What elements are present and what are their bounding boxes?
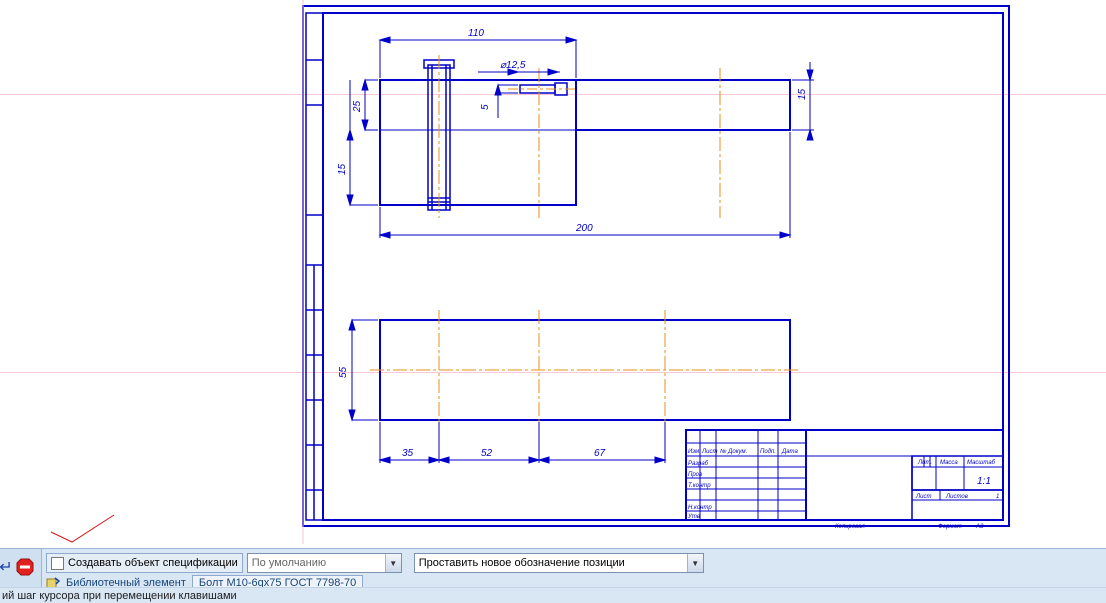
inner-frame: [323, 13, 1003, 520]
dim-67: 67: [594, 448, 606, 459]
chevron-down-icon: ▼: [385, 554, 401, 572]
svg-text:Утв: Утв: [687, 514, 700, 520]
stop-button[interactable]: [14, 557, 36, 577]
drawing-canvas[interactable]: 110 ⌀12,5 5: [0, 0, 1106, 544]
svg-text:Т.контр: Т.контр: [688, 483, 711, 489]
dim-35: 35: [402, 448, 414, 459]
drawing-svg: 110 ⌀12,5 5: [0, 0, 1106, 544]
svg-text:Масштаб: Масштаб: [967, 460, 996, 466]
svg-text:Масса: Масса: [940, 460, 958, 466]
status-bar: ий шаг курсора при перемещении клавишами: [0, 587, 1106, 603]
svg-text:1:1: 1:1: [977, 476, 991, 487]
status-text: ий шаг курсора при перемещении клавишами: [2, 590, 237, 602]
title-block: [686, 430, 1003, 520]
back-arrow-button[interactable]: ↵: [0, 557, 14, 577]
spec-mode-combo[interactable]: По умолчанию ▼: [247, 553, 402, 573]
svg-text:Формат: Формат: [938, 524, 962, 530]
svg-text:Разраб: Разраб: [688, 461, 709, 467]
dim-52: 52: [481, 448, 493, 459]
svg-text:1: 1: [996, 494, 999, 500]
dim-110: 110: [468, 28, 484, 39]
chevron-down-icon: ▼: [687, 554, 703, 572]
panel-row-1: Создавать объект спецификации По умолчан…: [46, 552, 704, 574]
create-spec-checkbox[interactable]: [51, 557, 64, 570]
dim-diam: ⌀12,5: [500, 60, 526, 71]
svg-text:Пров: Пров: [688, 472, 702, 478]
svg-text:Лист: Лист: [701, 449, 717, 455]
dim-55: 55: [338, 366, 349, 378]
left-stamp-column: [306, 13, 323, 520]
svg-text:Изм: Изм: [688, 449, 699, 455]
svg-text:Подп.: Подп.: [760, 449, 776, 455]
dim-200: 200: [575, 223, 593, 234]
dim-15-right: 15: [797, 88, 808, 100]
dim-25: 25: [352, 100, 363, 113]
dim-5: 5: [480, 104, 491, 110]
svg-text:Листов: Листов: [945, 494, 968, 500]
create-spec-group: Создавать объект спецификации: [46, 553, 243, 573]
annotation-checkmark: [48, 512, 118, 548]
svg-text:Н.контр: Н.контр: [688, 505, 712, 511]
property-panel: ↵ Создавать объект спецификации По умолч…: [0, 548, 1106, 603]
dim-15-left: 15: [337, 163, 348, 175]
create-spec-label: Создавать объект спецификации: [68, 557, 238, 569]
top-view: 110 ⌀12,5 5: [337, 28, 814, 238]
svg-text:Лит.: Лит.: [917, 460, 932, 466]
svg-text:Копировал: Копировал: [835, 524, 865, 530]
spec-mode-value: По умолчанию: [252, 557, 326, 569]
svg-text:A3: A3: [975, 524, 984, 530]
svg-text:Лист: Лист: [915, 494, 931, 500]
svg-text:№ Докум.: № Докум.: [720, 448, 747, 455]
bottom-view: 55 35 52 67: [338, 310, 800, 463]
position-combo[interactable]: Проставить новое обозначение позиции ▼: [414, 553, 704, 573]
svg-text:Дата: Дата: [781, 449, 798, 455]
panel-left-buttons: ↵: [0, 549, 42, 589]
position-combo-value: Проставить новое обозначение позиции: [419, 557, 625, 569]
